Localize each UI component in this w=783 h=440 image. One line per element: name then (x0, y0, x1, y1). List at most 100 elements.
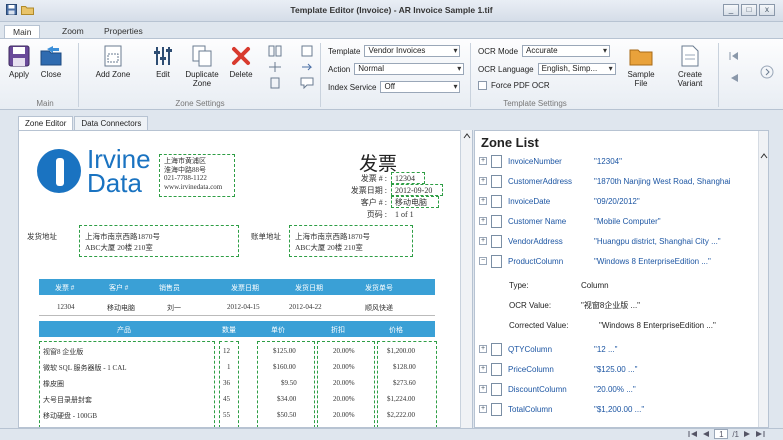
expand-icon[interactable]: + (479, 345, 487, 353)
template-dropdown[interactable]: Vendor Invoices (364, 45, 461, 57)
expand-icon[interactable]: + (479, 177, 487, 185)
sample-file-button[interactable]: Sample File (620, 45, 662, 88)
expand-icon[interactable]: + (479, 405, 487, 413)
duplicate-zone-button[interactable]: Duplicate Zone (180, 45, 224, 88)
total-item: $2,222.00 (387, 411, 415, 419)
expand-icon[interactable]: + (479, 157, 487, 165)
edit-button[interactable]: Edit (150, 45, 176, 79)
zone-item[interactable]: + PriceColumn "$125.00 ..." (479, 361, 638, 377)
col-invoice-number: 发票 # (55, 284, 75, 292)
index-service-label: Index Service (328, 82, 377, 92)
close-button[interactable]: Close (36, 45, 66, 79)
price-item: $125.00 (273, 347, 296, 355)
product-item: 大号目录册封套 (43, 396, 92, 404)
add-zone-button[interactable]: Add Zone (92, 45, 134, 79)
force-pdf-ocr-checkbox[interactable] (478, 81, 487, 90)
next-page-icon[interactable] (743, 430, 751, 438)
zone-item[interactable]: − ProductColumn "Windows 8 EnterpriseEditi… (479, 253, 711, 269)
bill-to-label: 发货地址 (27, 232, 57, 241)
tab-main[interactable]: Main (4, 25, 41, 39)
close-window-button[interactable]: x (759, 4, 775, 16)
delete-button[interactable]: Delete (226, 45, 256, 79)
col-ship-number: 发货单号 (365, 284, 393, 292)
discount-item: 20.00% (333, 395, 355, 403)
ship-to-label: 账单地址 (251, 232, 281, 241)
price-item: $50.50 (277, 411, 297, 419)
price-item: $160.00 (273, 363, 296, 371)
row-divider (39, 315, 435, 316)
tab-zone-editor[interactable]: Zone Editor (18, 116, 74, 130)
edit-label: Edit (156, 70, 170, 79)
minimize-button[interactable]: _ (723, 4, 739, 16)
scroll-up-icon[interactable] (760, 153, 768, 159)
add-zone-icon (104, 45, 122, 67)
zone-item[interactable]: + TotalColumn "$1,200.00 ..." (479, 401, 644, 417)
zone-list-scrollbar[interactable] (758, 131, 768, 427)
index-service-dropdown[interactable]: Off (380, 81, 461, 93)
product-item: 橡皮圈 (43, 380, 64, 388)
invoice-number-label: 发票 # : (360, 174, 387, 183)
qty-item: 55 (223, 411, 230, 419)
page-number-input[interactable]: 1 (714, 429, 729, 439)
delete-icon (232, 47, 250, 65)
tab-data-connectors[interactable]: Data Connectors (74, 116, 149, 130)
expand-icon[interactable]: + (479, 365, 487, 373)
maximize-button[interactable]: □ (741, 4, 757, 16)
create-variant-button[interactable]: Create Variant (668, 45, 712, 88)
create-variant-label: Create Variant (677, 70, 703, 88)
first-page-icon[interactable] (688, 430, 698, 438)
qty-item: 36 (223, 379, 230, 387)
col-total: 价格 (389, 326, 403, 334)
zone-item[interactable]: + DiscountColumn "20.00% ..." (479, 381, 636, 397)
col-unit-price: 单价 (271, 326, 285, 334)
comment-icon[interactable] (300, 77, 314, 89)
previous-page-icon[interactable] (728, 73, 740, 83)
scroll-up-icon[interactable] (463, 133, 471, 139)
col-ship-date: 发货日期 (295, 284, 323, 292)
zone-item[interactable]: + InvoiceDate "09/20/2012" (479, 193, 640, 209)
expand-icon[interactable]: + (479, 237, 487, 245)
tab-zoom[interactable]: Zoom (54, 25, 92, 39)
ocr-language-label: OCR Language (478, 64, 534, 74)
ribbon-tabs: Main Zoom Properties (0, 22, 783, 39)
zone-list-title: Zone List (481, 135, 539, 150)
zone-property: OCR Value: "视窗8企业版 ..." (509, 300, 641, 310)
last-page-icon[interactable] (755, 430, 765, 438)
ship-to-address: 上海市南京西路1870号 ABC大厦 20楼 210室 (295, 232, 370, 252)
customer-number-value: 移动电脑 (395, 198, 427, 207)
zone-item[interactable]: + Customer Name "Mobile Computer" (479, 213, 661, 229)
previous-page-icon[interactable] (702, 430, 710, 438)
format-icon[interactable] (300, 45, 314, 57)
zone-item[interactable]: + QTYColumn "12 ..." (479, 341, 617, 357)
size-icon[interactable] (268, 77, 282, 89)
vendor-address: 上海市黄浦区 淮海中路88号 021-7788-1122 www.irvined… (164, 157, 223, 191)
flow-icon[interactable] (300, 61, 314, 73)
expand-icon[interactable]: + (479, 217, 487, 225)
first-page-icon[interactable] (728, 51, 740, 61)
apply-button[interactable]: Apply (4, 45, 34, 79)
invoice-image-viewer[interactable]: Irvine Data 上海市黄浦区 淮海中路88号 021-7788-1122… (18, 130, 473, 428)
distribute-icon[interactable] (268, 61, 282, 73)
customer-number-label: 客户 # : (360, 198, 387, 207)
tab-properties[interactable]: Properties (96, 25, 151, 39)
zone-item[interactable]: + VendorAddress "Huangpu district, Shangha… (479, 233, 721, 249)
expand-icon[interactable]: + (479, 385, 487, 393)
cell-ship-number: 顺风快递 (365, 304, 393, 312)
align-icon[interactable] (268, 45, 282, 57)
ribbon-expand-icon[interactable] (760, 65, 774, 79)
col-discount: 折扣 (331, 326, 345, 334)
zone-item[interactable]: + InvoiceNumber "12304" (479, 153, 622, 169)
document-vertical-scrollbar[interactable] (460, 130, 472, 428)
ocr-mode-dropdown[interactable]: Accurate (522, 45, 611, 57)
zone-document-icon (491, 234, 502, 248)
document-icon (681, 45, 699, 67)
zone-item[interactable]: + CustomerAddress "1870th Nanjing West Roa… (479, 173, 731, 189)
expand-icon[interactable]: + (479, 197, 487, 205)
invoice-date-label: 发票日期 : (350, 186, 387, 195)
edit-icon (154, 47, 172, 65)
zone-document-icon (491, 382, 502, 396)
collapse-icon[interactable]: − (479, 257, 487, 265)
window-title: Template Editor (Invoice) - AR Invoice S… (290, 5, 493, 15)
action-dropdown[interactable]: Normal (354, 63, 465, 75)
ocr-language-dropdown[interactable]: English, Simp... (537, 63, 616, 75)
